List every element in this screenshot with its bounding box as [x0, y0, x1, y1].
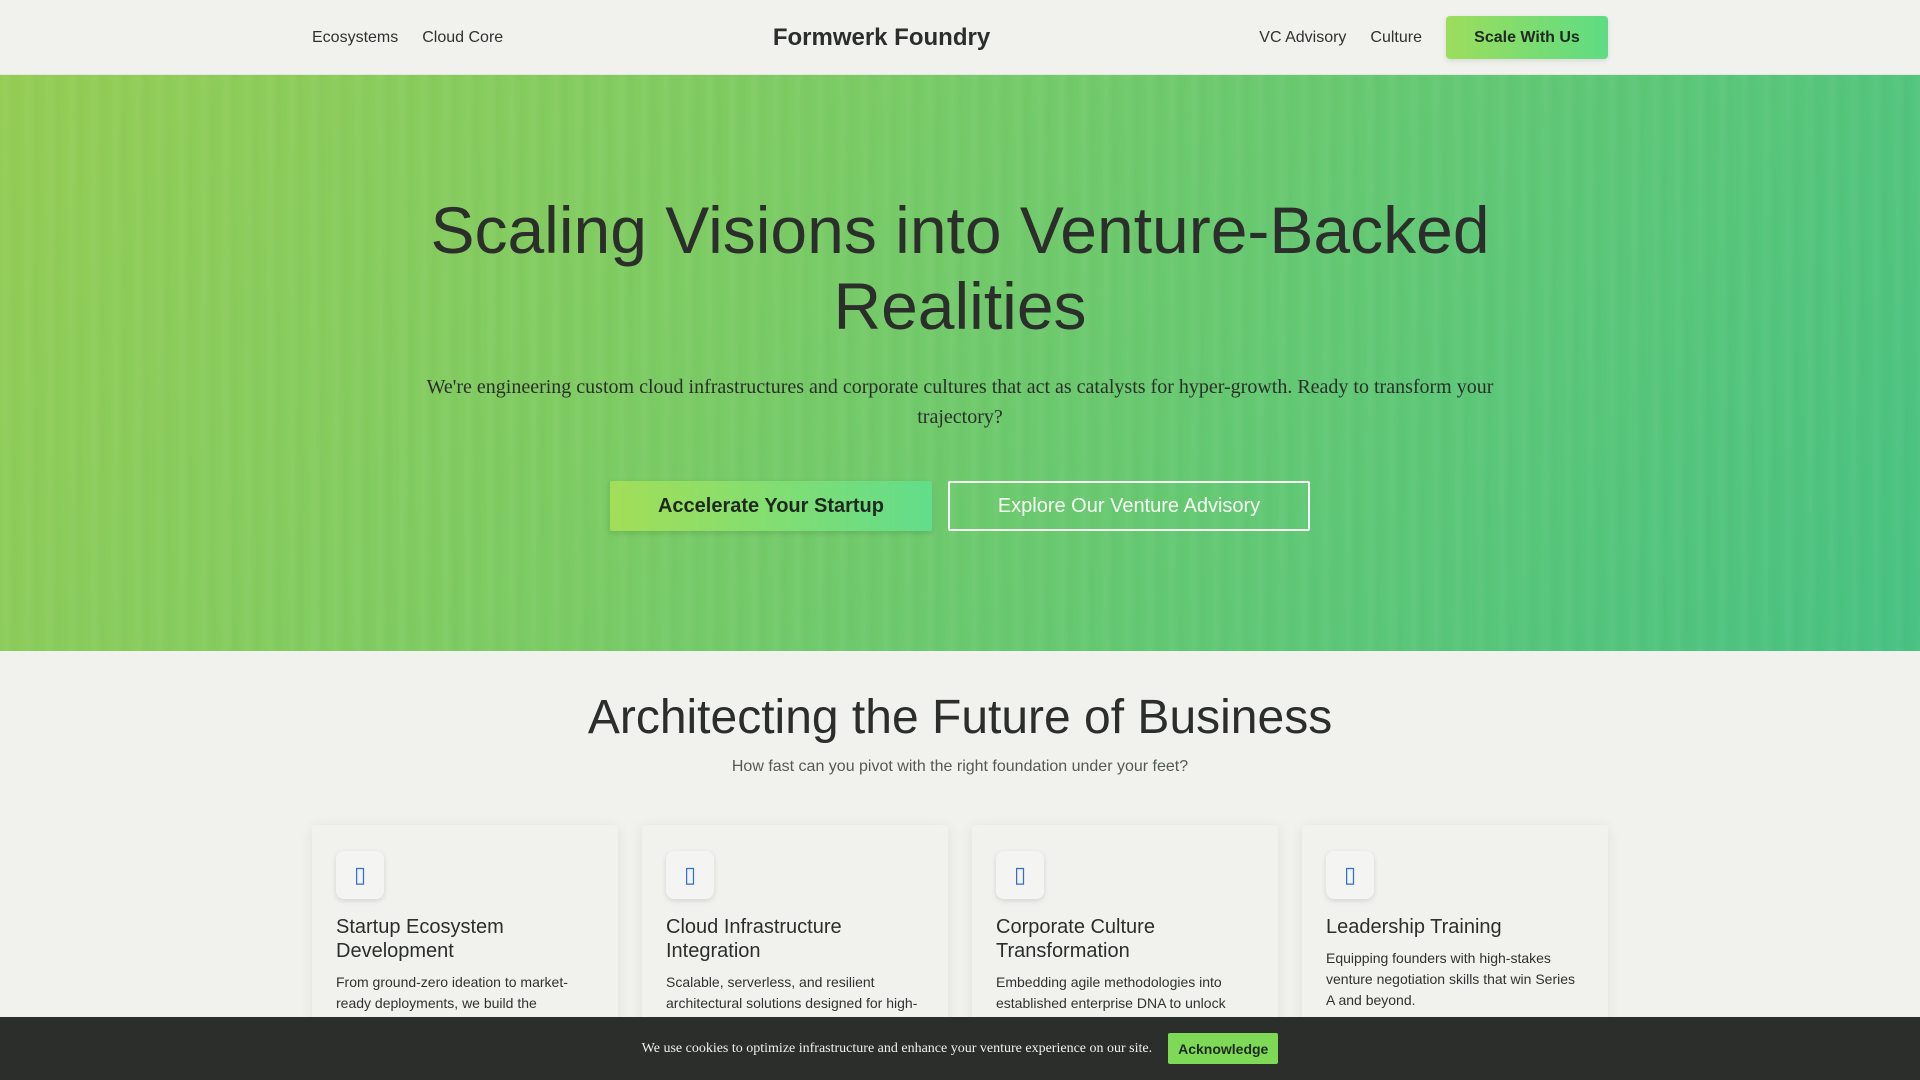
nav-link-culture[interactable]: Culture [1370, 29, 1422, 47]
card-title: Startup Ecosystem Development [336, 915, 594, 963]
card-text-line-1: Scalable, serverless, and resilient [666, 974, 875, 990]
card-title-line-2: Integration [666, 940, 761, 962]
hero-subtitle-line-2: trajectory? [917, 406, 1003, 428]
explore-venture-advisory-button[interactable]: Explore Our Venture Advisory [948, 481, 1310, 531]
nav-link-vc-advisory[interactable]: VC Advisory [1259, 29, 1346, 47]
cloud-icon: ▯ [666, 851, 714, 899]
card-text-line-3: A and beyond. [1326, 992, 1416, 1008]
hero-title-line-2: Realities [833, 269, 1087, 343]
cookie-banner-text: We use cookies to optimize infrastructur… [641, 1040, 1153, 1056]
hero-section: Scaling Visions into Venture-Backed Real… [0, 75, 1920, 651]
nav-link-ecosystems[interactable]: Ecosystems [312, 29, 398, 47]
card-text-line-2: venture negotiation skills that win Seri… [1326, 971, 1576, 987]
users-icon: ▯ [996, 851, 1044, 899]
hero-title-line-1: Scaling Visions into Venture-Backed [430, 193, 1490, 267]
section-title: Architecting the Future of Business [587, 691, 1333, 744]
card-text-line-1: Equipping founders with high-stakes [1326, 950, 1551, 966]
card-title-line-1: Corporate Culture [996, 916, 1155, 938]
card-title-line-1: Leadership Training [1326, 916, 1502, 938]
card-text-line-2: established enterprise DNA to unlock [996, 995, 1226, 1011]
card-title: Cloud Infrastructure Integration [666, 915, 924, 963]
nav-link-cloud-core[interactable]: Cloud Core [422, 29, 503, 47]
hero-title: Scaling Visions into Venture-Backed Real… [360, 192, 1560, 344]
card-text-line-2: ready deployments, we build the [336, 995, 537, 1011]
site-header: Ecosystems Cloud Core Formwerk Foundry V… [0, 0, 1920, 75]
cookie-banner: We use cookies to optimize infrastructur… [0, 1017, 1920, 1080]
card-description: From ground-zero ideation to market- rea… [336, 972, 596, 1014]
card-text-line-1: Embedding agile methodologies into [996, 974, 1222, 990]
card-title-line-1: Cloud Infrastructure [666, 916, 842, 938]
section-subtitle: How fast can you pivot with the right fo… [731, 758, 1189, 775]
accelerate-startup-button[interactable]: Accelerate Your Startup [610, 481, 932, 531]
nav-left: Ecosystems Cloud Core [312, 0, 503, 75]
card-title-line-2: Transformation [996, 940, 1130, 962]
rocket-icon: ▯ [336, 851, 384, 899]
card-text-line-1: From ground-zero ideation to market- [336, 974, 568, 990]
scale-with-us-button[interactable]: Scale With Us [1446, 16, 1608, 59]
card-title-line-1: Startup Ecosystem [336, 916, 504, 938]
card-title: Corporate Culture Transformation [996, 915, 1254, 963]
card-description: Scalable, serverless, and resilient arch… [666, 972, 926, 1014]
hero-subtitle: We're engineering custom cloud infrastru… [410, 372, 1510, 432]
hero-background-texture [0, 75, 1920, 651]
acknowledge-cookies-button[interactable]: Acknowledge [1168, 1033, 1279, 1064]
brand-logo-text[interactable]: Formwerk Foundry [773, 24, 990, 52]
card-description: Equipping founders with high-stakes vent… [1326, 948, 1586, 1011]
card-title-line-2: Development [336, 940, 454, 962]
card-description: Embedding agile methodologies into estab… [996, 972, 1256, 1014]
card-title: Leadership Training [1326, 915, 1584, 939]
nav-right: VC Advisory Culture Scale With Us [1259, 0, 1608, 75]
chart-icon: ▯ [1326, 851, 1374, 899]
card-text-line-2: architectural solutions designed for hig… [666, 995, 918, 1011]
hero-subtitle-line-1: We're engineering custom cloud infrastru… [426, 376, 1494, 398]
